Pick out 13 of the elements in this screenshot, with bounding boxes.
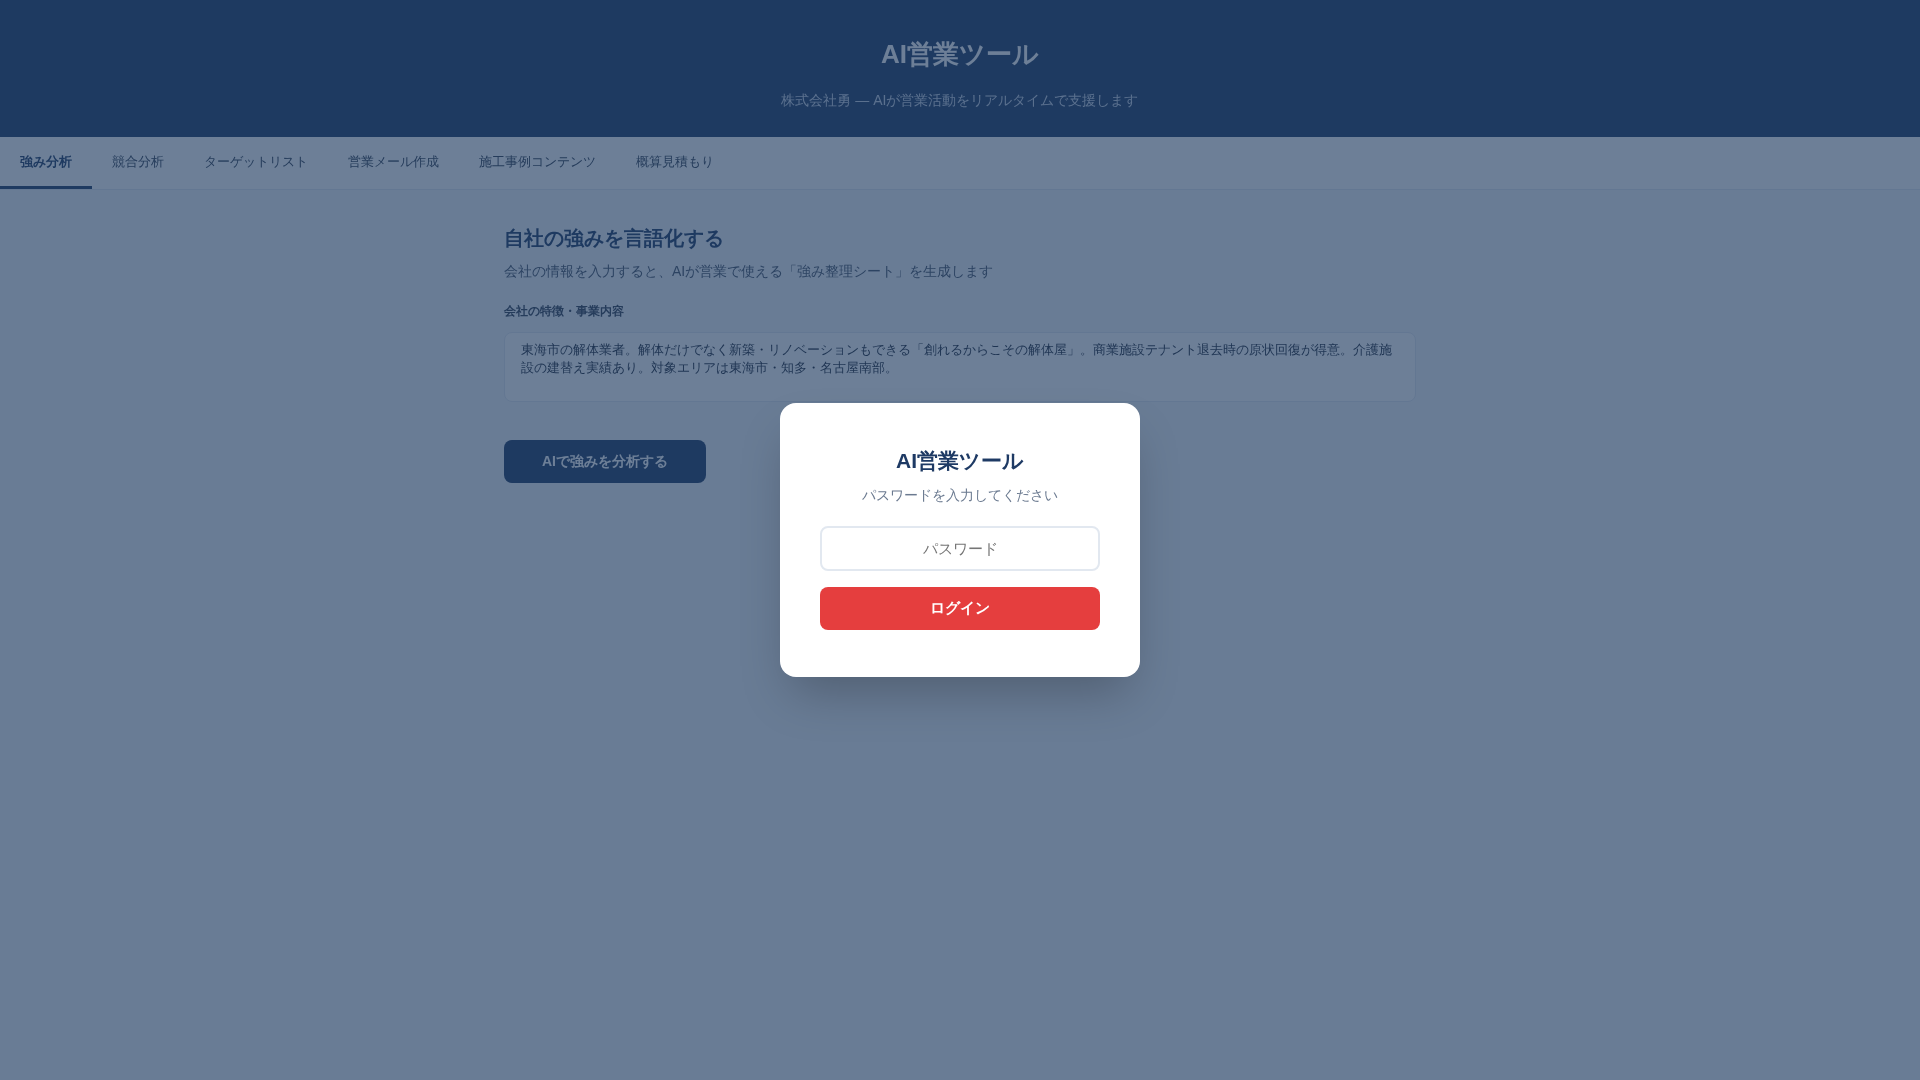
dialog-prompt: パスワードを入力してください — [862, 485, 1058, 505]
tab[interactable]: 概算見積もり — [616, 137, 734, 189]
section-title: 自社の強みを言語化する — [504, 226, 725, 251]
tab[interactable]: 強み分析 — [0, 137, 92, 189]
analyze-button[interactable]: AIで強みを分析する — [504, 440, 706, 483]
dialog-title: AI営業ツール — [896, 448, 1024, 474]
tab[interactable]: 施工事例コンテンツ — [459, 137, 616, 189]
field-label: 会社の特徴・事業内容 — [504, 303, 625, 320]
app-title: AI営業ツール — [881, 37, 1039, 71]
password-field[interactable]: パスワード — [820, 525, 1100, 571]
login-button[interactable]: ログイン — [820, 586, 1100, 630]
tab[interactable]: 競合分析 — [92, 137, 184, 189]
company-description-field[interactable]: 東海市の解体業者。解体だけでなく新築・リノベーションもできる「創れるからこその解体屋」。商業施設テナント退去時の原状回復が得意。介護施設の建替え実績あり。対象エリアは東海市・知多・名古屋南部。 — [504, 332, 1416, 402]
